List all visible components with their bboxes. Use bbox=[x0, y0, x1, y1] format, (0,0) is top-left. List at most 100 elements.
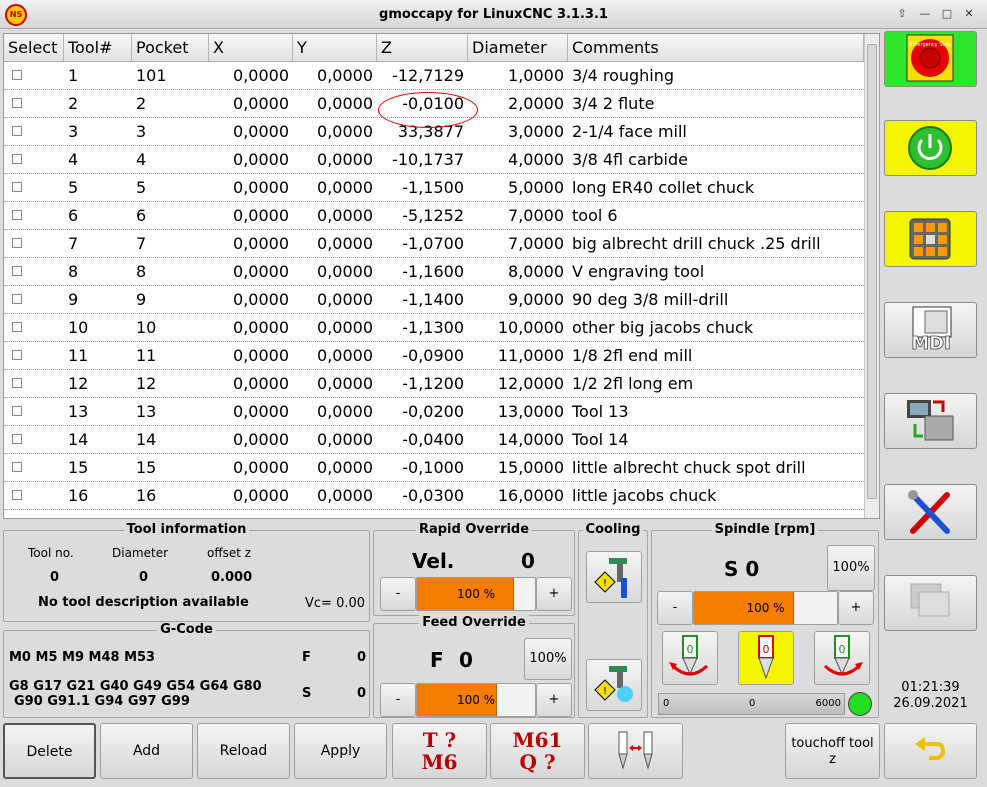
tool-number-cell[interactable]: 9 bbox=[64, 286, 132, 314]
z-offset-cell[interactable]: -12,7129 bbox=[377, 62, 468, 90]
x-offset-cell[interactable]: 0,0000 bbox=[209, 258, 293, 286]
x-offset-cell[interactable]: 0,0000 bbox=[209, 230, 293, 258]
diameter-cell[interactable]: 2,0000 bbox=[468, 90, 568, 118]
spindle-increase-button[interactable]: + bbox=[838, 591, 874, 625]
diameter-cell[interactable]: 15,0000 bbox=[468, 454, 568, 482]
table-row[interactable]: 14 14 0,0000 0,0000 -0,0400 14,0000 Tool 14 bbox=[4, 426, 864, 454]
set-tool-m61-button[interactable]: M61 Q ? bbox=[490, 723, 585, 779]
tool-change-m6-button[interactable]: T ? M6 bbox=[392, 723, 487, 779]
feed-override-slider[interactable]: 100 % bbox=[416, 683, 536, 717]
pocket-cell[interactable]: 11 bbox=[132, 342, 209, 370]
y-offset-cell[interactable]: 0,0000 bbox=[293, 342, 377, 370]
table-row[interactable]: 2 2 0,0000 0,0000 -0,0100 2,0000 3/4 2 flute bbox=[4, 90, 864, 118]
diameter-cell[interactable]: 7,0000 bbox=[468, 230, 568, 258]
x-offset-cell[interactable]: 0,0000 bbox=[209, 202, 293, 230]
tool-number-cell[interactable]: 10 bbox=[64, 314, 132, 342]
rapid-increase-button[interactable]: + bbox=[536, 577, 572, 611]
z-offset-cell[interactable]: -1,1600 bbox=[377, 258, 468, 286]
x-offset-cell[interactable]: 0,0000 bbox=[209, 426, 293, 454]
comment-cell[interactable]: 1/8 2fl end mill bbox=[568, 342, 864, 370]
row-select-checkbox[interactable] bbox=[12, 490, 22, 500]
y-offset-cell[interactable]: 0,0000 bbox=[293, 370, 377, 398]
pocket-cell[interactable]: 10 bbox=[132, 314, 209, 342]
apply-changes-button[interactable]: Apply bbox=[294, 723, 387, 779]
tool-number-cell[interactable]: 5 bbox=[64, 174, 132, 202]
tool-number-cell[interactable]: 12 bbox=[64, 370, 132, 398]
table-row[interactable]: 4 4 0,0000 0,0000 -10,1737 4,0000 3/8 4fl carb… bbox=[4, 146, 864, 174]
z-offset-cell[interactable]: -5,1252 bbox=[377, 202, 468, 230]
row-select-checkbox[interactable] bbox=[12, 70, 22, 80]
mist-coolant-button[interactable]: ! bbox=[586, 659, 642, 711]
x-offset-cell[interactable]: 0,0000 bbox=[209, 146, 293, 174]
diameter-cell[interactable]: 1,0000 bbox=[468, 62, 568, 90]
tool-number-cell[interactable]: 2 bbox=[64, 90, 132, 118]
x-offset-cell[interactable]: 0,0000 bbox=[209, 286, 293, 314]
diameter-cell[interactable]: 16,0000 bbox=[468, 482, 568, 510]
row-select-checkbox[interactable] bbox=[12, 98, 22, 108]
y-offset-cell[interactable]: 0,0000 bbox=[293, 482, 377, 510]
z-offset-cell[interactable]: -1,1400 bbox=[377, 286, 468, 314]
table-row[interactable]: 16 16 0,0000 0,0000 -0,0300 16,0000 little jac… bbox=[4, 482, 864, 510]
feed-increase-button[interactable]: + bbox=[536, 683, 572, 717]
row-select-checkbox[interactable] bbox=[12, 238, 22, 248]
scrollbar-thumb[interactable] bbox=[867, 44, 877, 499]
spindle-decrease-button[interactable]: - bbox=[657, 591, 693, 625]
column-header-pocket[interactable]: Pocket bbox=[132, 34, 209, 62]
pocket-cell[interactable]: 5 bbox=[132, 174, 209, 202]
row-select-checkbox[interactable] bbox=[12, 406, 22, 416]
diameter-cell[interactable]: 11,0000 bbox=[468, 342, 568, 370]
y-offset-cell[interactable]: 0,0000 bbox=[293, 174, 377, 202]
window-close-button[interactable]: ✕ bbox=[959, 5, 979, 23]
pocket-cell[interactable]: 7 bbox=[132, 230, 209, 258]
y-offset-cell[interactable]: 0,0000 bbox=[293, 314, 377, 342]
pocket-cell[interactable]: 15 bbox=[132, 454, 209, 482]
diameter-cell[interactable]: 5,0000 bbox=[468, 174, 568, 202]
pocket-cell[interactable]: 16 bbox=[132, 482, 209, 510]
comment-cell[interactable]: other big jacobs chuck bbox=[568, 314, 864, 342]
y-offset-cell[interactable]: 0,0000 bbox=[293, 454, 377, 482]
tool-number-cell[interactable]: 13 bbox=[64, 398, 132, 426]
y-offset-cell[interactable]: 0,0000 bbox=[293, 90, 377, 118]
back-button[interactable] bbox=[884, 723, 977, 779]
tool-number-cell[interactable]: 7 bbox=[64, 230, 132, 258]
z-offset-cell[interactable]: -0,0300 bbox=[377, 482, 468, 510]
window-minimize-button[interactable]: — bbox=[915, 5, 935, 23]
x-offset-cell[interactable]: 0,0000 bbox=[209, 398, 293, 426]
y-offset-cell[interactable]: 0,0000 bbox=[293, 146, 377, 174]
column-header-comments[interactable]: Comments bbox=[568, 34, 864, 62]
diameter-cell[interactable]: 10,0000 bbox=[468, 314, 568, 342]
row-select-checkbox[interactable] bbox=[12, 126, 22, 136]
tool-number-cell[interactable]: 16 bbox=[64, 482, 132, 510]
comment-cell[interactable]: little albrecht chuck spot drill bbox=[568, 454, 864, 482]
estop-button[interactable]: Emergency Stop bbox=[884, 31, 977, 87]
z-offset-cell[interactable]: -1,1300 bbox=[377, 314, 468, 342]
rapid-decrease-button[interactable]: - bbox=[380, 577, 416, 611]
comment-cell[interactable]: tool 6 bbox=[568, 202, 864, 230]
y-offset-cell[interactable]: 0,0000 bbox=[293, 258, 377, 286]
comment-cell[interactable]: 1/2 2fl long em bbox=[568, 370, 864, 398]
x-offset-cell[interactable]: 0,0000 bbox=[209, 454, 293, 482]
comment-cell[interactable]: 3/8 4fl carbide bbox=[568, 146, 864, 174]
tool-number-cell[interactable]: 8 bbox=[64, 258, 132, 286]
x-offset-cell[interactable]: 0,0000 bbox=[209, 370, 293, 398]
tool-number-cell[interactable]: 3 bbox=[64, 118, 132, 146]
window-shade-button[interactable]: ⇧ bbox=[892, 5, 912, 23]
table-row[interactable]: 13 13 0,0000 0,0000 -0,0200 13,0000 Tool 13 bbox=[4, 398, 864, 426]
comment-cell[interactable]: big albrecht drill chuck .25 drill bbox=[568, 230, 864, 258]
feed-reset-button[interactable]: 100% bbox=[524, 638, 572, 680]
tool-number-cell[interactable]: 15 bbox=[64, 454, 132, 482]
table-row[interactable]: 1 101 0,0000 0,0000 -12,7129 1,0000 3/4 roughi… bbox=[4, 62, 864, 90]
tool-number-cell[interactable]: 6 bbox=[64, 202, 132, 230]
pocket-cell[interactable]: 6 bbox=[132, 202, 209, 230]
feed-decrease-button[interactable]: - bbox=[380, 683, 416, 717]
z-offset-cell[interactable]: -0,1000 bbox=[377, 454, 468, 482]
comment-cell[interactable]: little jacobs chuck bbox=[568, 482, 864, 510]
row-select-checkbox[interactable] bbox=[12, 350, 22, 360]
row-select-checkbox[interactable] bbox=[12, 322, 22, 332]
settings-button[interactable] bbox=[884, 484, 977, 540]
column-header-select[interactable]: Select bbox=[4, 34, 64, 62]
touchoff-tool-z-button[interactable]: touchoff tool z bbox=[785, 723, 880, 779]
table-scrollbar[interactable] bbox=[864, 34, 879, 518]
comment-cell[interactable]: 2-1/4 face mill bbox=[568, 118, 864, 146]
z-offset-cell[interactable]: -1,1500 bbox=[377, 174, 468, 202]
